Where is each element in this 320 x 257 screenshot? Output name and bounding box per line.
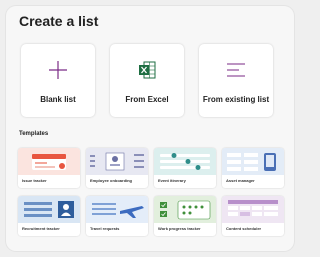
event-itinerary-thumbnail xyxy=(154,148,216,175)
from-excel-label: From Excel xyxy=(125,95,169,104)
blank-list-card[interactable]: Blank list xyxy=(21,44,95,117)
template-label: Recruitment tracker xyxy=(22,226,60,231)
excel-icon xyxy=(110,59,184,81)
template-asset-manager[interactable]: Asset manager xyxy=(222,148,284,188)
template-label: Issue tracker xyxy=(22,178,47,183)
content-scheduler-thumbnail xyxy=(222,196,284,223)
template-content-scheduler[interactable]: Content scheduler xyxy=(222,196,284,236)
recruitment-tracker-thumbnail xyxy=(18,196,80,223)
template-label: Employee onboarding xyxy=(90,178,133,183)
work-progress-thumbnail xyxy=(154,196,216,223)
template-label: Asset manager xyxy=(226,178,255,183)
employee-onboarding-thumbnail xyxy=(86,148,148,175)
template-employee-onboarding[interactable]: Employee onboarding xyxy=(86,148,148,188)
template-label: Content scheduler xyxy=(226,226,262,231)
issue-tracker-thumbnail xyxy=(18,148,80,175)
list-lines-icon xyxy=(199,59,273,81)
from-existing-list-card[interactable]: From existing list xyxy=(199,44,273,117)
blank-list-label: Blank list xyxy=(40,95,76,104)
templates-heading: Templates xyxy=(19,131,49,137)
from-existing-list-label: From existing list xyxy=(202,95,270,104)
template-label: Event itinerary xyxy=(158,178,186,183)
template-issue-tracker[interactable]: Issue tracker xyxy=(18,148,80,188)
template-travel-requests[interactable]: Travel requests xyxy=(86,196,148,236)
template-work-progress-tracker[interactable]: Work progress tracker xyxy=(154,196,216,236)
template-label: Travel requests xyxy=(90,226,120,231)
template-label: Work progress tracker xyxy=(158,226,201,231)
asset-manager-thumbnail xyxy=(222,148,284,175)
template-recruitment-tracker[interactable]: Recruitment tracker xyxy=(18,196,80,236)
template-event-itinerary[interactable]: Event itinerary xyxy=(154,148,216,188)
plus-icon xyxy=(21,59,95,81)
page-title: Create a list xyxy=(19,13,99,29)
from-excel-card[interactable]: From Excel xyxy=(110,44,184,117)
travel-requests-thumbnail xyxy=(86,196,148,223)
